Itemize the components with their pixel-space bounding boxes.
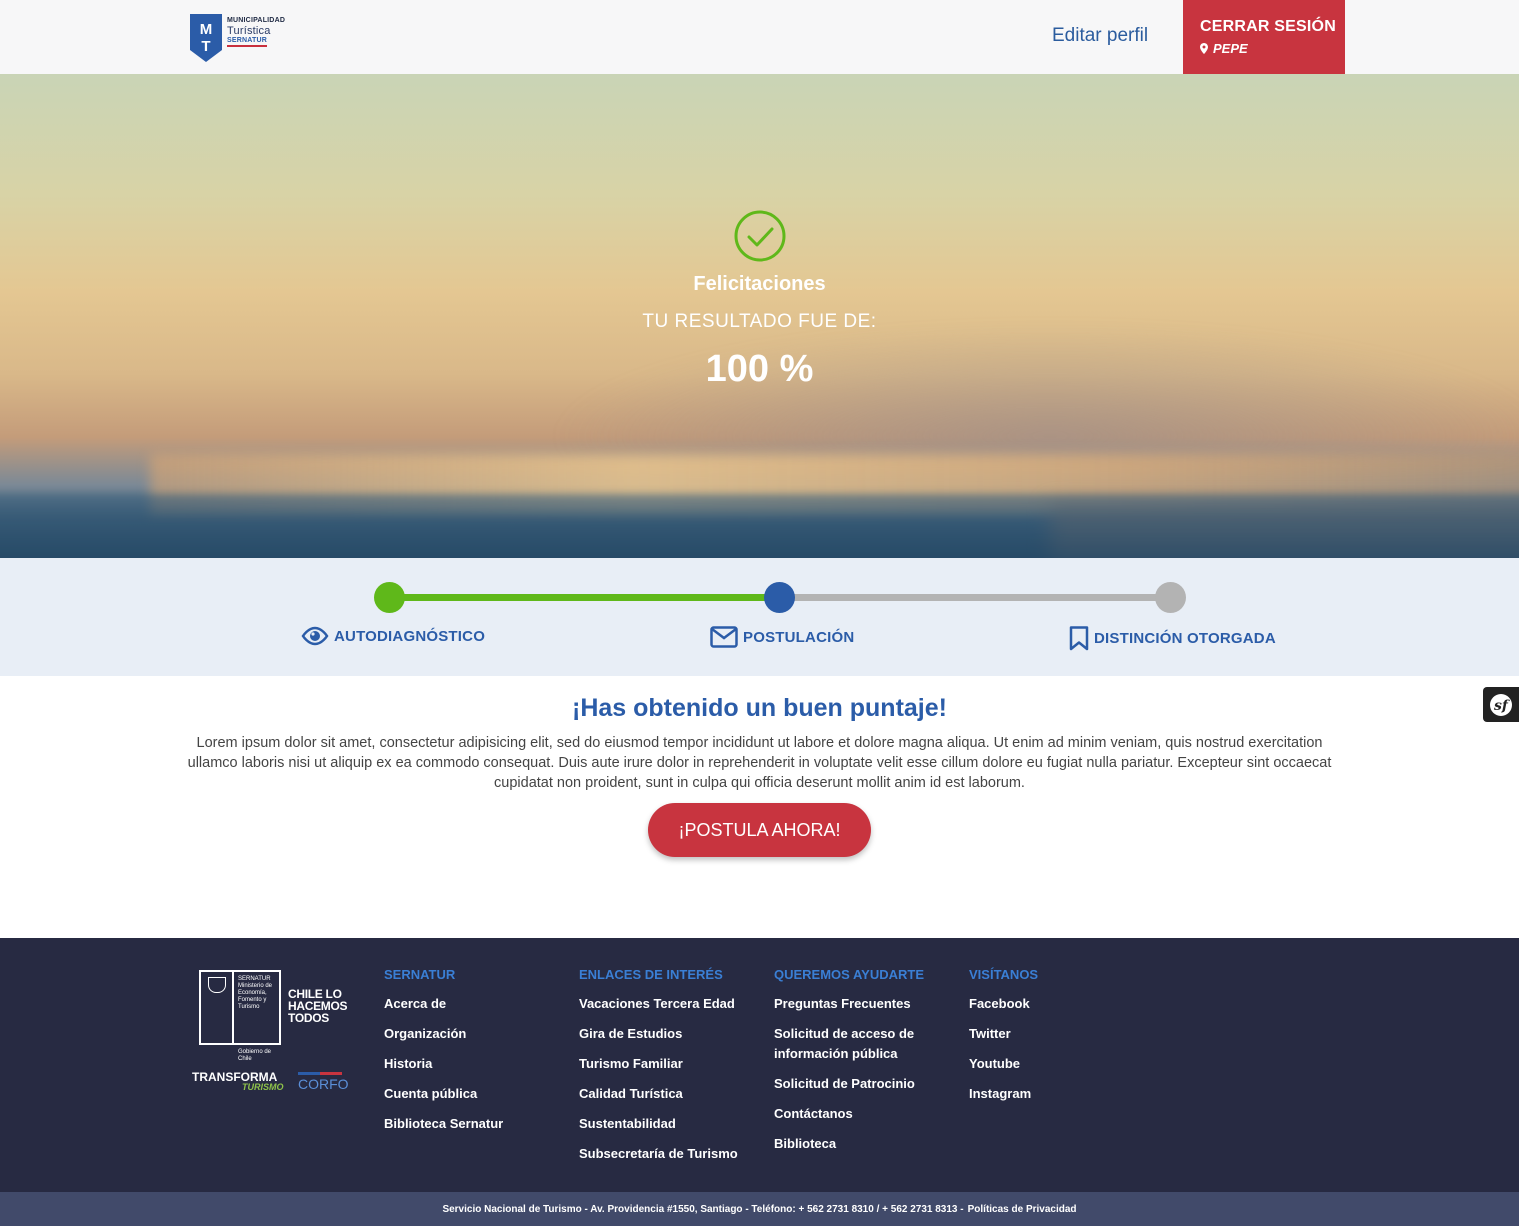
footer-link-twitter[interactable]: Twitter <box>969 1024 1038 1044</box>
municipalidad-turistica-logo[interactable]: M T MUNICIPALIDAD Turística SERNATUR <box>190 14 290 62</box>
header: M T MUNICIPALIDAD Turística SERNATUR Edi… <box>0 0 1519 74</box>
footer-link[interactable]: Solicitud de Patrocinio <box>774 1074 944 1094</box>
step-dot-autodiagnostico <box>374 582 405 613</box>
mt-shield-icon: M T <box>190 14 222 62</box>
contact-info: Servicio Nacional de Turismo - Av. Provi… <box>442 1203 964 1215</box>
footer-column-visitanos: VISÍTANOS Facebook Twitter Youtube Insta… <box>969 967 1038 1114</box>
footer-link[interactable]: Contáctanos <box>774 1104 944 1124</box>
logout-user: PEPE <box>1200 41 1345 56</box>
logo-divider <box>232 972 234 1043</box>
transforma-turismo-logo[interactable]: TRANSFORMA TURISMO <box>192 1070 284 1092</box>
hero-banner: Felicitaciones TU RESULTADO FUE DE: 100 … <box>0 74 1519 558</box>
bookmark-icon <box>1069 626 1089 651</box>
footer-column-title: ENLACES DE INTERÉS <box>579 967 723 982</box>
symfony-icon: sf <box>1490 693 1512 716</box>
footer-link-youtube[interactable]: Youtube <box>969 1054 1038 1074</box>
footer-link[interactable]: Acerca de <box>384 994 503 1014</box>
sernatur-gobierno-logo[interactable]: SERNATUR Ministerio de Economía, Fomento… <box>199 970 281 1062</box>
logo-text: MUNICIPALIDAD Turística SERNATUR <box>227 17 285 47</box>
hero-background-mountain <box>550 324 1519 464</box>
footer-link-facebook[interactable]: Facebook <box>969 994 1038 1014</box>
footer-link[interactable]: Biblioteca Sernatur <box>384 1114 503 1134</box>
sernatur-logo-text: SERNATUR Ministerio de Economía, Fomento… <box>238 976 273 1062</box>
footer-link[interactable]: Gira de Estudios <box>579 1024 738 1044</box>
result-percentage: 100 % <box>705 348 814 390</box>
symfony-toolbar-toggle[interactable]: sf <box>1483 687 1519 722</box>
footer-bottom-bar: Servicio Nacional de Turismo - Av. Provi… <box>0 1192 1519 1226</box>
step-label: AUTODIAGNÓSTICO <box>334 627 486 645</box>
svg-text:M: M <box>200 21 213 38</box>
footer-column-title: QUEREMOS AYUDARTE <box>774 967 925 982</box>
map-marker-icon <box>1200 43 1208 54</box>
progress-fill <box>389 594 780 601</box>
logout-label: CERRAR SESIÓN <box>1200 18 1336 35</box>
footer-link[interactable]: Subsecretaría de Turismo <box>579 1144 738 1164</box>
step-dot-postulacion <box>764 582 795 613</box>
step-label: DISTINCIÓN OTORGADA <box>1094 630 1276 647</box>
chile-coat-of-arms-icon <box>208 977 226 993</box>
check-circle-icon <box>734 210 786 262</box>
hero-title: Felicitaciones <box>693 273 826 295</box>
footer-column-sernatur: SERNATUR Acerca de Organización Historia… <box>384 967 503 1144</box>
footer-link-instagram[interactable]: Instagram <box>969 1084 1038 1104</box>
eye-icon <box>301 626 329 646</box>
footer-link[interactable]: Turismo Familiar <box>579 1054 738 1074</box>
hero-background-sea <box>0 494 1519 558</box>
logout-button[interactable]: CERRAR SESIÓN PEPE <box>1183 0 1345 74</box>
result-heading: ¡Has obtenido un buen puntaje! <box>572 694 947 722</box>
footer-column-title: SERNATUR <box>384 967 456 982</box>
svg-text:T: T <box>201 38 210 55</box>
footer-link[interactable]: Vacaciones Tercera Edad <box>579 994 738 1014</box>
corfo-bar <box>298 1072 342 1075</box>
footer-link[interactable]: Historia <box>384 1054 503 1074</box>
apply-now-button[interactable]: ¡POSTULA AHORA! <box>648 803 871 857</box>
envelope-icon <box>710 626 738 648</box>
result-description: Lorem ipsum dolor sit amet, consectetur … <box>187 735 1332 791</box>
footer: SERNATUR Ministerio de Economía, Fomento… <box>0 938 1519 1192</box>
footer-link[interactable]: Cuenta pública <box>384 1084 503 1104</box>
footer-column-ayuda: QUEREMOS AYUDARTE Preguntas Frecuentes S… <box>774 967 944 1164</box>
corfo-text: CORFO <box>298 1076 349 1092</box>
footer-link[interactable]: Calidad Turística <box>579 1084 738 1104</box>
footer-link[interactable]: Biblioteca <box>774 1134 944 1154</box>
footer-column-title: VISÍTANOS <box>969 967 1039 982</box>
chile-lo-hacemos-todos-logo: CHILE LO HACEMOS TODOS <box>288 987 348 1025</box>
footer-link[interactable]: Preguntas Frecuentes <box>774 994 944 1014</box>
step-dot-distincion <box>1155 582 1186 613</box>
edit-profile-link[interactable]: Editar perfil <box>1052 25 1148 47</box>
hero-subtitle: TU RESULTADO FUE DE: <box>642 311 877 332</box>
step-postulacion[interactable]: POSTULACIÓN <box>710 626 854 648</box>
step-autodiagnostico[interactable]: AUTODIAGNÓSTICO <box>301 626 485 646</box>
step-distincion-otorgada[interactable]: DISTINCIÓN OTORGADA <box>1069 626 1276 651</box>
user-name: PEPE <box>1213 41 1248 56</box>
footer-link[interactable]: Solicitud de acceso de información públi… <box>774 1024 944 1064</box>
footer-link[interactable]: Organización <box>384 1024 503 1044</box>
progress-tracker: AUTODIAGNÓSTICO POSTULACIÓN DISTINCIÓN O… <box>0 558 1519 676</box>
footer-link[interactable]: Sustentabilidad <box>579 1114 738 1134</box>
footer-column-enlaces: ENLACES DE INTERÉS Vacaciones Tercera Ed… <box>579 967 738 1174</box>
corfo-logo[interactable]: CORFO <box>298 1072 349 1092</box>
turismo-text: TURISMO <box>242 1082 284 1092</box>
step-label: POSTULACIÓN <box>743 628 855 646</box>
privacy-policy-link[interactable]: Políticas de Privacidad <box>968 1204 1077 1215</box>
